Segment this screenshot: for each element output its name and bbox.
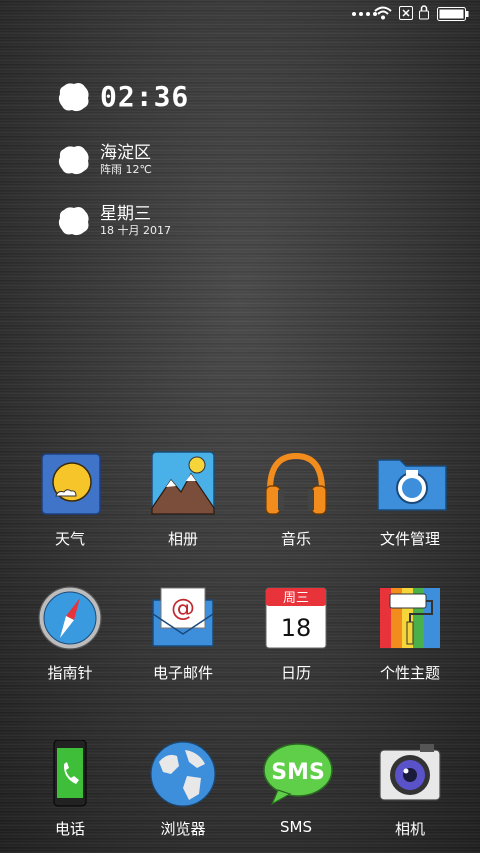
battery-icon xyxy=(437,7,469,21)
clock-blob-icon xyxy=(58,82,89,111)
weekday: 星期三 xyxy=(100,204,151,224)
app-label: 浏览器 xyxy=(160,820,206,838)
app-label: 电话 xyxy=(54,820,85,838)
app-gallery[interactable]: 相册 xyxy=(128,450,238,549)
app-label: 音乐 xyxy=(280,530,311,548)
weather-blob-icon xyxy=(58,146,89,175)
clock-time: 02:36 xyxy=(100,80,190,113)
sms-icon: SMS xyxy=(262,740,333,808)
app-label: 文件管理 xyxy=(379,530,440,548)
app-label: 指南针 xyxy=(47,664,93,682)
theme-icon xyxy=(376,584,444,652)
location-name: 海淀区 xyxy=(100,143,151,163)
lock-icon xyxy=(419,5,429,20)
sms-icon-text: SMS xyxy=(271,760,325,785)
compass-icon xyxy=(36,584,104,652)
weather-icon xyxy=(36,450,104,518)
app-music[interactable]: 音乐 xyxy=(241,450,351,549)
calendar-weekday: 周三 xyxy=(283,591,309,606)
date-blob-icon xyxy=(58,207,89,236)
app-file-manager[interactable]: 文件管理 xyxy=(355,450,465,549)
app-compass[interactable]: 指南针 xyxy=(15,584,125,683)
clock-widget[interactable]: 02:36 xyxy=(58,80,189,113)
weather-condition: 阵雨 12℃ xyxy=(100,163,152,176)
app-label: 相册 xyxy=(167,530,198,548)
status-bar xyxy=(0,0,480,28)
calendar-day: 18 xyxy=(281,614,312,642)
app-label: 相机 xyxy=(394,820,425,838)
gallery-icon xyxy=(149,450,217,518)
calendar-icon: 周三 18 xyxy=(262,584,330,652)
date-widget[interactable]: 星期三 18 十月 2017 xyxy=(58,204,171,238)
app-email[interactable]: @ 电子邮件 xyxy=(128,584,238,683)
app-label: SMS xyxy=(280,818,312,836)
no-sim-icon xyxy=(399,6,413,20)
app-label: 天气 xyxy=(54,530,85,548)
date-text: 18 十月 2017 xyxy=(100,224,171,237)
folder-icon xyxy=(376,450,447,518)
dock-sms[interactable]: SMS SMS xyxy=(241,740,351,836)
app-label: 日历 xyxy=(280,664,311,682)
camera-icon xyxy=(376,740,444,808)
dock-camera[interactable]: 相机 xyxy=(355,740,465,839)
app-themes[interactable]: 个性主题 xyxy=(355,584,465,683)
dock-phone[interactable]: 电话 xyxy=(15,739,125,839)
dock-browser[interactable]: 浏览器 xyxy=(128,740,238,839)
app-label: 个性主题 xyxy=(379,664,440,682)
app-label: 电子邮件 xyxy=(152,664,213,682)
app-calendar[interactable]: 周三 18 日历 xyxy=(241,584,351,683)
globe-icon xyxy=(149,740,217,808)
wifi-icon xyxy=(374,6,392,20)
email-at-sign: @ xyxy=(171,594,195,622)
headphones-icon xyxy=(262,450,330,518)
phone-icon xyxy=(36,739,104,808)
email-icon: @ xyxy=(149,584,217,652)
weather-widget[interactable]: 海淀区 阵雨 12℃ xyxy=(58,143,152,177)
app-weather[interactable]: 天气 xyxy=(15,450,125,549)
